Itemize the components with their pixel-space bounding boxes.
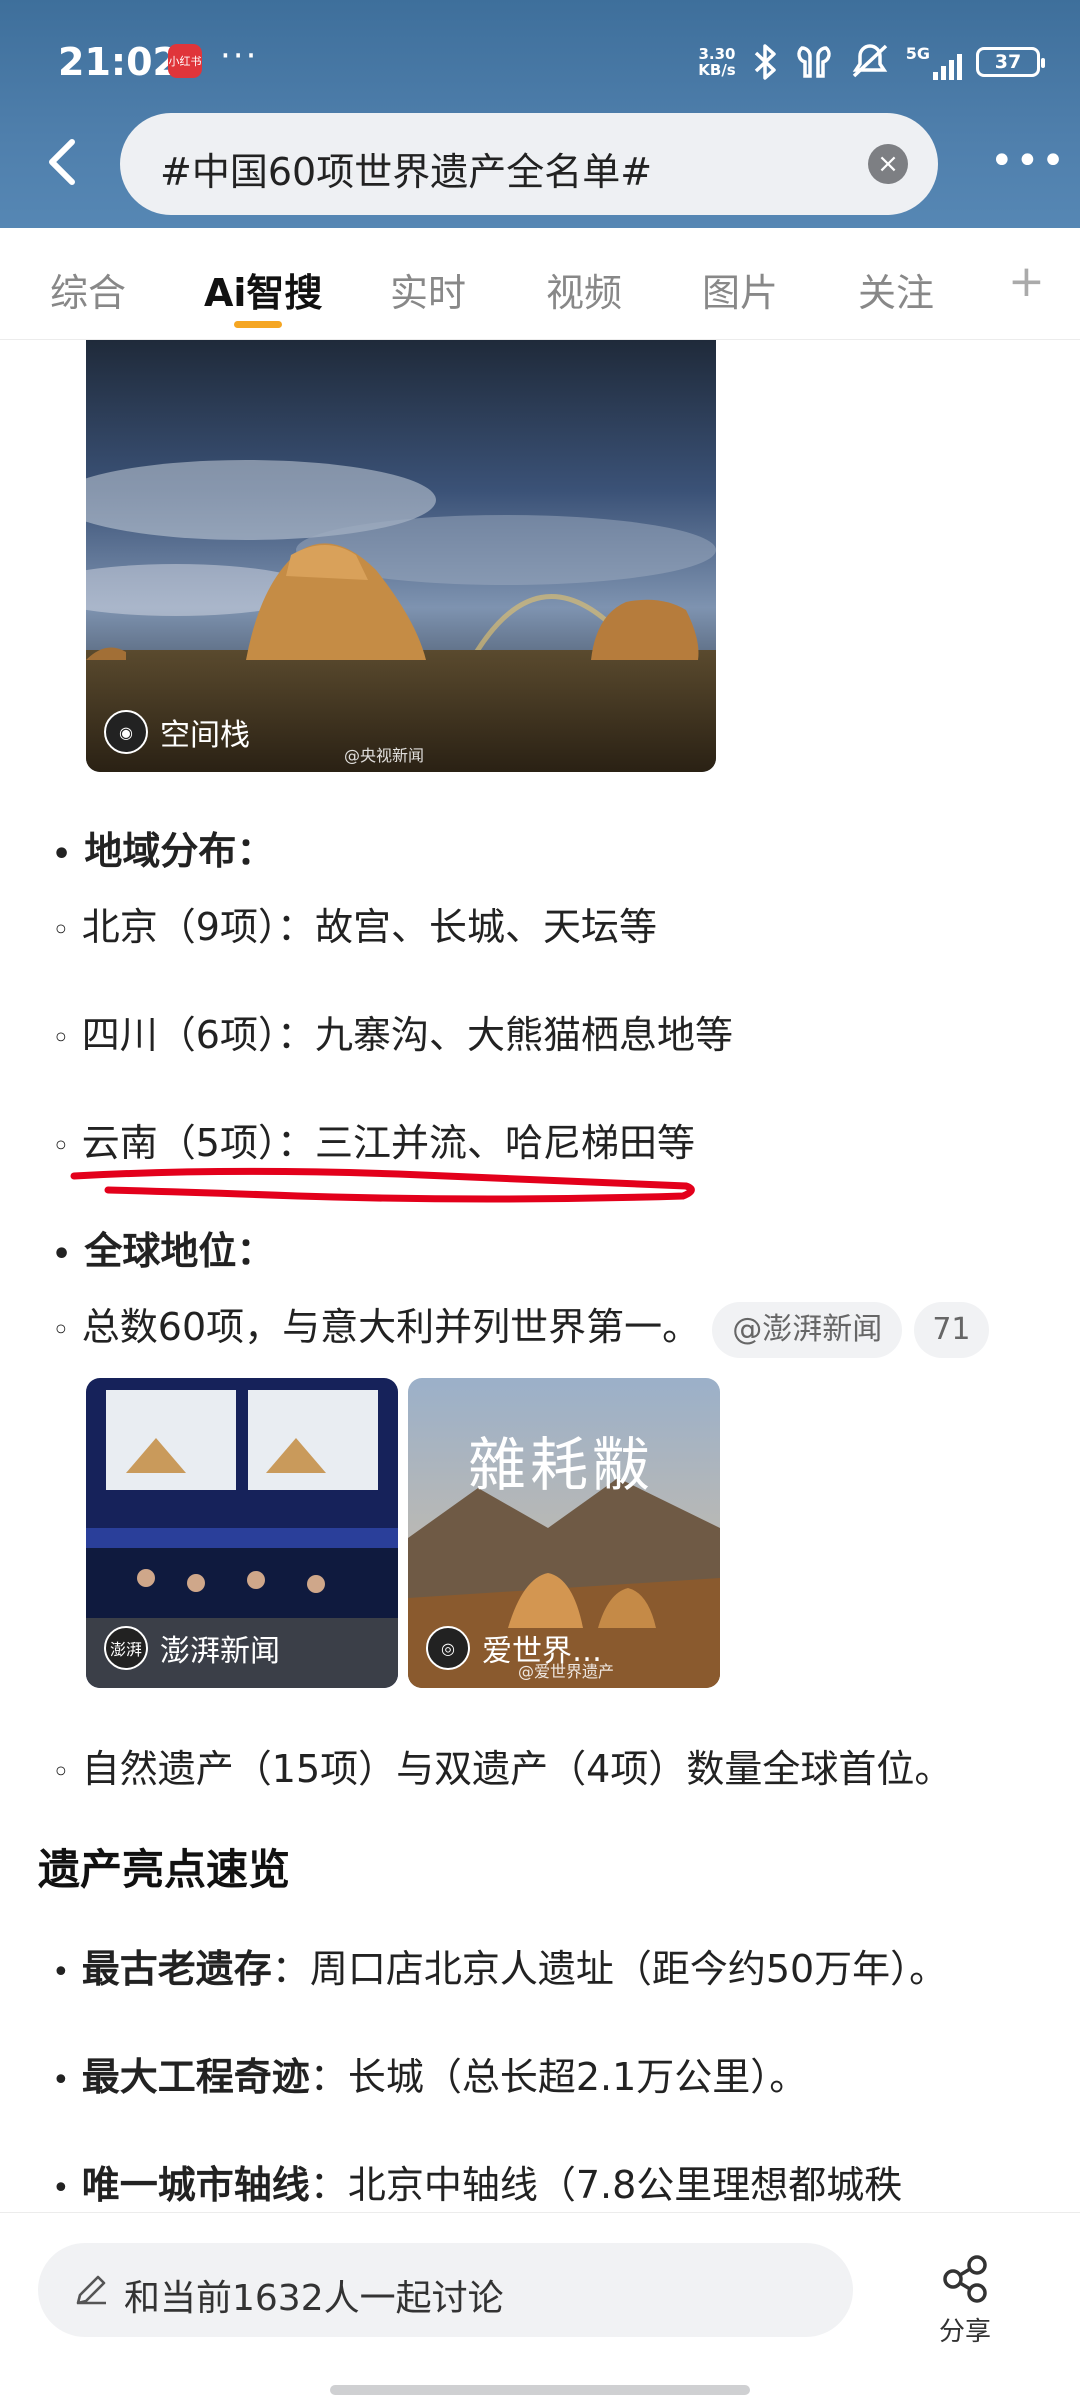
discuss-placeholder: 和当前1632人一起讨论: [124, 2278, 504, 2319]
list-item: ◦ 云南（5项）：三江并流、哈尼梯田等: [52, 1121, 695, 1165]
tab-general[interactable]: 综合: [50, 262, 126, 317]
more-options-icon[interactable]: •••: [990, 138, 1067, 184]
caption-text: 澎湃新闻: [160, 1634, 280, 1669]
tombs-photo: [86, 340, 716, 772]
network-type: 5G: [905, 44, 930, 63]
list-item: ◦ 北京（9项）：故宫、长城、天坛等: [52, 905, 657, 949]
global-heading: • 全球地位：: [52, 1229, 275, 1273]
highlight-item: • 最大工程奇迹：长城（总长超2.1万公里）。: [52, 2055, 808, 2099]
highlight-item: • 唯一城市轴线：北京中轴线（7.8公里理想都城秩: [52, 2163, 903, 2207]
tab-ai-search[interactable]: Ai智搜: [204, 262, 322, 317]
watermark: @央视新闻: [344, 746, 425, 765]
tab-video[interactable]: 视频: [546, 262, 622, 317]
more-notifications-icon: ···: [220, 36, 259, 76]
mute-icon: [852, 44, 888, 78]
notification-app-icon: 小红书: [168, 44, 202, 78]
signal-icon: 5G: [906, 44, 962, 80]
share-button[interactable]: 分享: [930, 2253, 1000, 2348]
share-icon: [943, 2255, 987, 2303]
network-speed: 3.30 KB/s: [698, 45, 736, 79]
highlight-item: • 最古老遗存：周口店北京人遗址（距今约50万年）。: [52, 1947, 948, 1991]
tab-following[interactable]: 关注: [858, 262, 934, 317]
source-avatar: 澎湃: [104, 1626, 148, 1670]
pen-icon: [76, 2275, 106, 2305]
watermark: @爱世界遗产: [518, 1662, 615, 1681]
status-bar: 21:02 小红书 ··· 3.30 KB/s 5G 37: [0, 0, 1080, 120]
header-background: 21:02 小红书 ··· 3.30 KB/s 5G 37 #中国60项世界遗产…: [0, 0, 1080, 228]
back-arrow-icon[interactable]: [40, 132, 88, 192]
battery-icon: 37: [976, 47, 1045, 77]
list-item: ◦ 自然遗产（15项）与双遗产（4项）数量全球首位。: [52, 1747, 953, 1791]
search-bar[interactable]: #中国60项世界遗产全名单# ×: [120, 113, 938, 215]
reference-count[interactable]: 71: [914, 1301, 989, 1358]
image-overlay-text: 雜耗黻: [468, 1431, 655, 1499]
clock: 21:02: [58, 40, 179, 84]
tab-images[interactable]: 图片: [702, 262, 778, 317]
discuss-input[interactable]: 和当前1632人一起讨论: [38, 2243, 853, 2337]
list-item: ◦ 四川（6项）：九寨沟、大熊猫栖息地等: [52, 1013, 733, 1057]
image-world-heritage[interactable]: 雜耗黻 ◎ 爱世界… @爱世界遗产: [408, 1378, 720, 1688]
image-caption: 澎湃 澎湃新闻: [104, 1626, 280, 1670]
list-item: ◦ 总数60项，与意大利并列世界第一。 @澎湃新闻 71: [52, 1296, 989, 1358]
image-conference[interactable]: 澎湃 澎湃新闻: [86, 1378, 398, 1688]
bottom-bar: 和当前1632人一起讨论 分享: [0, 2212, 1080, 2403]
heritage-logo-icon: ◎: [426, 1626, 470, 1670]
camera-icon: ◉: [104, 710, 148, 754]
home-indicator[interactable]: [330, 2385, 750, 2395]
system-icons: 3.30 KB/s 5G 37: [698, 40, 1045, 84]
clear-search-icon[interactable]: ×: [868, 144, 908, 184]
bluetooth-icon: [754, 44, 776, 80]
share-label: 分享: [938, 2317, 991, 2347]
tab-realtime[interactable]: 实时: [390, 262, 466, 317]
tab-bar: 综合 Ai智搜 实时 视频 图片 关注 +: [0, 228, 1080, 340]
image-western-xia-tombs[interactable]: ◉ 空间栈 @央视新闻: [86, 340, 716, 772]
search-input[interactable]: #中国60项世界遗产全名单#: [160, 141, 652, 196]
source-tag[interactable]: @澎湃新闻: [712, 1301, 903, 1358]
red-underline-annotation: [70, 1167, 695, 1203]
region-heading: • 地域分布：: [52, 829, 275, 873]
active-tab-indicator: [234, 321, 282, 328]
section-title: 遗产亮点速览: [38, 1845, 291, 1894]
image-caption: ◉ 空间栈: [104, 710, 250, 754]
earbuds-icon: [796, 46, 831, 78]
caption-text: 空间栈: [160, 718, 250, 753]
add-tab-icon[interactable]: +: [1008, 256, 1045, 307]
